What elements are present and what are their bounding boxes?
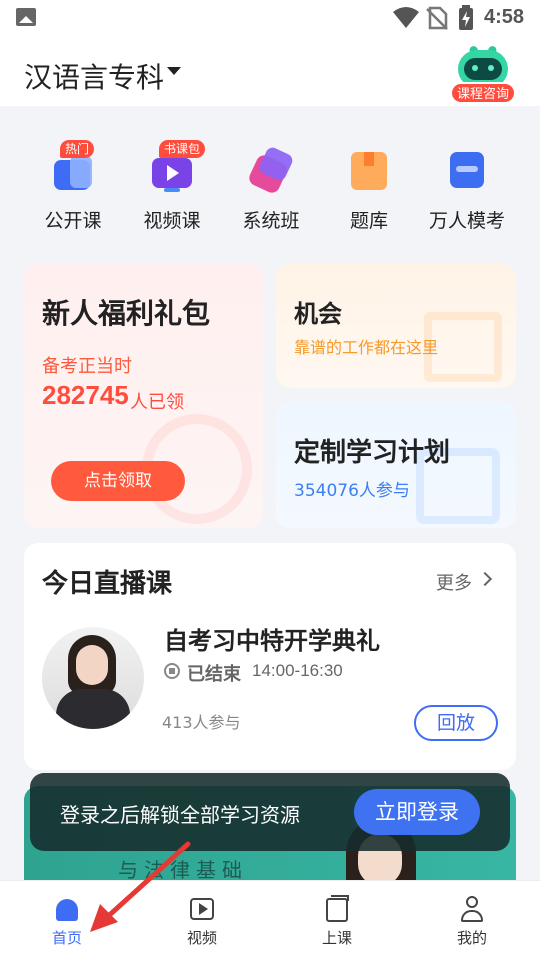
book-bundle-badge: 书课包 — [159, 140, 206, 158]
icon-shape — [461, 910, 483, 922]
icon-shape — [164, 188, 180, 192]
system-class-icon — [246, 145, 296, 196]
avatar-body — [56, 689, 130, 729]
newcomer-gift-card[interactable]: 新人福利礼包 备考正当时 282745 人已领 点击领取 — [24, 264, 263, 528]
question-bank-icon — [344, 146, 394, 196]
today-live-section: 今日直播课 更多 自考习中特开学典礼 已结束 14:00-16:30 413人参… — [24, 543, 516, 770]
study-plan-card[interactable]: 定制学习计划 354076人参与 — [276, 402, 516, 528]
category-label: 万人模考 — [428, 210, 505, 232]
class-icon — [323, 895, 351, 923]
wifi-icon — [393, 7, 419, 28]
login-prompt-text: 登录之后解锁全部学习资源 — [60, 803, 300, 827]
course-consult-button[interactable]: 课程咨询 — [450, 40, 516, 106]
user-icon — [458, 895, 486, 923]
app-header: 汉语言专科 课程咨询 — [0, 36, 540, 106]
subject-selector[interactable]: 汉语言专科 — [24, 56, 164, 96]
live-status: 已结束 — [187, 664, 241, 685]
icon-shape — [70, 156, 92, 188]
category-label: 题库 — [349, 210, 388, 232]
gift-count-unit: 人已领 — [130, 392, 184, 413]
open-class-icon: 热门 — [48, 140, 98, 196]
icon-shape — [456, 166, 478, 172]
teacher-avatar — [42, 627, 144, 729]
ended-status-icon — [164, 663, 180, 679]
icon-shape — [331, 895, 349, 901]
more-link[interactable]: 更多 — [436, 569, 472, 595]
robot-eye — [472, 65, 478, 71]
category-video-class[interactable]: 书课包 视频课 — [127, 140, 217, 233]
category-mock-exam[interactable]: 万人模考 — [422, 146, 512, 233]
hot-badge: 热门 — [60, 140, 95, 158]
tab-me[interactable]: 我的 — [442, 895, 502, 948]
icon-shape — [466, 896, 478, 908]
live-time: 14:00-16:30 — [252, 661, 343, 680]
plan-title: 定制学习计划 — [294, 438, 451, 468]
avatar-face — [76, 645, 108, 685]
status-bar: 4:58 — [0, 0, 540, 36]
live-section-title: 今日直播课 — [42, 569, 173, 599]
home-icon — [53, 895, 81, 923]
robot-eye — [488, 65, 494, 71]
play-icon — [167, 165, 179, 181]
chevron-down-icon[interactable] — [167, 67, 181, 75]
status-time: 4:58 — [484, 6, 525, 28]
consult-label: 课程咨询 — [450, 82, 516, 104]
live-participants: 413人参与 — [162, 713, 241, 732]
icon-shape — [56, 899, 78, 921]
login-button[interactable]: 立即登录 — [354, 789, 480, 835]
chance-subtitle: 靠谱的工作都在这里 — [294, 338, 439, 357]
gift-subtitle: 备考正当时 — [42, 356, 132, 377]
annotation-arrow-icon — [90, 841, 191, 932]
robot-face — [464, 58, 502, 80]
tab-label: 我的 — [456, 929, 487, 947]
job-opportunity-card[interactable]: 机会 靠谱的工作都在这里 — [276, 264, 516, 388]
category-label: 视频课 — [143, 210, 201, 232]
video-class-icon: 书课包 — [147, 140, 206, 196]
gallery-notification-icon — [16, 8, 36, 26]
live-course-title[interactable]: 自考习中特开学典礼 — [164, 621, 380, 656]
category-label: 系统班 — [242, 210, 300, 232]
claim-button[interactable]: 点击领取 — [51, 461, 185, 501]
no-sim-icon — [426, 6, 448, 30]
chance-title: 机会 — [294, 300, 342, 328]
category-question-bank[interactable]: 题库 — [324, 146, 414, 233]
gift-count: 282745 — [42, 380, 129, 410]
tab-label: 上课 — [321, 929, 352, 947]
icon-shape — [364, 152, 374, 166]
chevron-right-icon[interactable] — [477, 571, 493, 587]
battery-charging-icon — [459, 5, 473, 30]
category-label: 公开课 — [44, 210, 102, 232]
icon-shape — [326, 898, 348, 922]
category-open-class[interactable]: 热门 公开课 — [28, 140, 118, 233]
replay-button[interactable]: 回放 — [414, 705, 498, 741]
bottom-tab-bar: 首页 视频 上课 我的 — [0, 880, 540, 960]
tab-class[interactable]: 上课 — [307, 895, 367, 948]
plan-participants: 354076人参与 — [294, 481, 410, 501]
mock-exam-icon — [442, 146, 492, 196]
play-icon — [199, 903, 208, 915]
gift-title: 新人福利礼包 — [42, 297, 211, 330]
category-system-class[interactable]: 系统班 — [226, 145, 316, 233]
